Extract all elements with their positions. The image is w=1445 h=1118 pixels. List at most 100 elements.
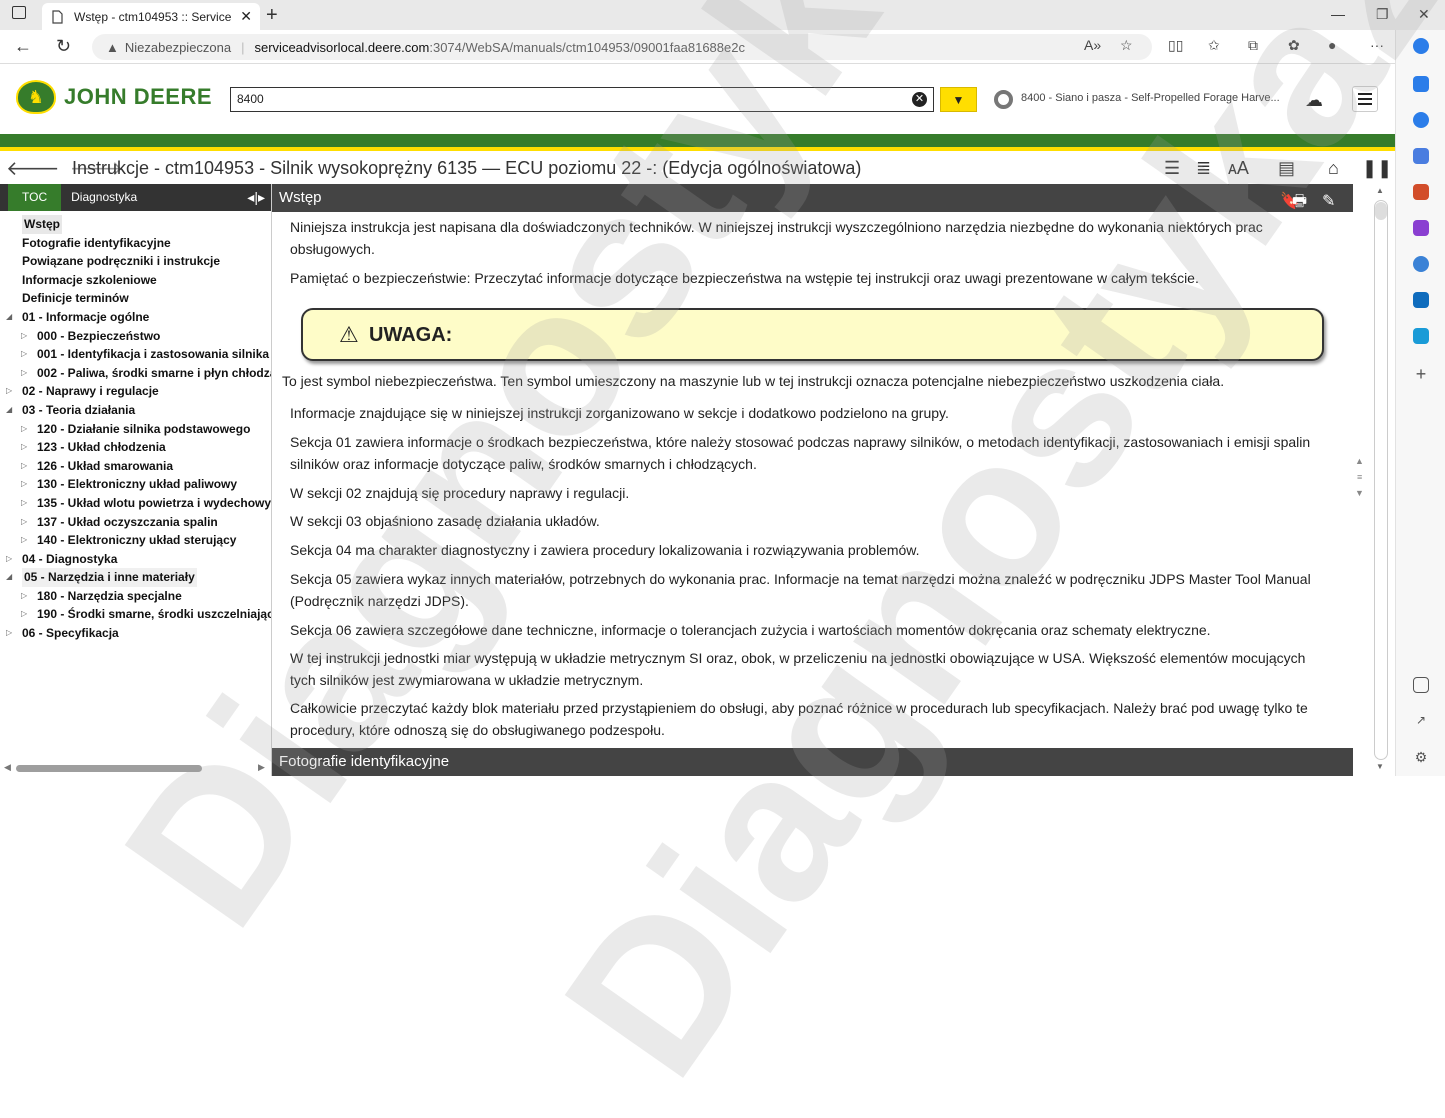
minimize-icon[interactable]: — <box>1331 6 1345 22</box>
expand-icon[interactable]: ▷ <box>21 420 27 439</box>
toc-item[interactable]: ▷ 06 - Specyfikacja <box>0 624 271 643</box>
collapse-icon[interactable]: ◢ <box>6 568 12 587</box>
expand-icon[interactable]: ▷ <box>21 364 27 383</box>
toc-item[interactable]: ▷ 130 - Elektroniczny układ paliwowy <box>0 475 271 494</box>
tab-actions-icon[interactable] <box>12 6 26 19</box>
favorites-icon[interactable]: ✩ <box>1208 37 1220 54</box>
expand-icon[interactable]: ▷ <box>21 605 27 624</box>
tab-toc[interactable]: TOC <box>8 184 62 211</box>
page-up-icon[interactable]: ▲ <box>1355 456 1364 466</box>
next-section-header[interactable]: Fotografie identyfikacyjne <box>272 748 1354 776</box>
list-view-icon[interactable]: ☰ <box>1164 158 1180 179</box>
drop-icon[interactable] <box>1413 328 1429 344</box>
expand-icon[interactable]: ▷ <box>6 624 12 643</box>
collections-icon[interactable]: ⧉ <box>1248 37 1258 54</box>
expand-icon[interactable]: ▷ <box>21 494 27 513</box>
toc-item[interactable]: ◢ 05 - Narzędzia i inne materiały <box>0 568 271 587</box>
search-icon[interactable] <box>1413 112 1429 128</box>
expand-icon[interactable]: ▷ <box>6 382 12 401</box>
scroll-track[interactable] <box>1374 200 1388 760</box>
extensions-icon[interactable]: ✿ <box>1288 37 1300 54</box>
restore-icon[interactable]: ❐ <box>1376 6 1389 23</box>
tools-icon[interactable] <box>1413 184 1429 200</box>
search-dropdown-button[interactable]: ▼ <box>940 87 977 112</box>
close-tab-icon[interactable]: ✕ <box>240 8 252 25</box>
john-deere-logo[interactable]: ♞ JOHN DEERE <box>16 80 212 114</box>
page-down-icon[interactable]: ▼ <box>1355 488 1364 498</box>
clear-search-icon[interactable]: ✕ <box>912 92 927 107</box>
panel-split-icon[interactable]: ◂|▸ <box>247 189 265 206</box>
home-icon[interactable]: ⌂ <box>1328 158 1339 179</box>
expand-icon[interactable]: ▷ <box>21 457 27 476</box>
print-preview-icon[interactable]: ▤ <box>1278 158 1295 179</box>
games-icon[interactable] <box>1413 220 1429 236</box>
toc-item[interactable]: ▷ 135 - Układ wlotu powietrza i wydechowy <box>0 494 271 513</box>
toc-item[interactable]: Fotografie identyfikacyjne <box>0 234 271 253</box>
expand-icon[interactable]: ▷ <box>21 438 27 457</box>
collapse-icon[interactable]: ◢ <box>6 308 12 327</box>
expand-icon[interactable]: ▷ <box>21 531 27 550</box>
split-screen-icon[interactable]: ▯▯ <box>1168 37 1183 54</box>
microsoft365-icon[interactable] <box>1413 256 1429 272</box>
read-aloud-icon[interactable]: A» <box>1084 37 1101 53</box>
scroll-down-icon[interactable]: ▼ <box>1376 762 1384 771</box>
outlook-icon[interactable] <box>1413 292 1429 308</box>
toc-item[interactable]: ▷ 190 - Środki smarne, środki uszczelniaj… <box>0 605 271 624</box>
scroll-left-icon[interactable]: ◀ <box>4 762 11 773</box>
toc-item[interactable]: Powiązane podręczniki i instrukcje <box>0 252 271 271</box>
pause-icon[interactable]: ❚❚ <box>1362 158 1392 179</box>
external-link-icon[interactable]: ↗ <box>1413 713 1429 729</box>
toc-item[interactable]: ▷ 02 - Naprawy i regulacje <box>0 382 271 401</box>
model-gear-icon[interactable] <box>994 90 1013 109</box>
add-icon[interactable]: + <box>1413 365 1429 383</box>
toc-item[interactable]: ▷ 120 - Działanie silnika podstawowego <box>0 420 271 439</box>
toc-horizontal-scrollbar[interactable] <box>16 765 202 772</box>
scroll-up-icon[interactable]: ▲ <box>1376 186 1384 195</box>
expand-icon[interactable]: ▷ <box>6 550 12 569</box>
toc-item[interactable]: ◢ 03 - Teoria działania <box>0 401 271 420</box>
toc-item[interactable]: Informacje szkoleniowe <box>0 271 271 290</box>
new-tab-icon[interactable]: + <box>266 4 278 27</box>
settings-gear-icon[interactable]: ⚙ <box>1413 749 1429 765</box>
toc-item[interactable]: ▷ 002 - Paliwa, środki smarne i płyn chło… <box>0 364 271 383</box>
toc-item[interactable]: ◢ 01 - Informacje ogólne <box>0 308 271 327</box>
toc-item[interactable]: ▷ 000 - Bezpieczeństwo <box>0 327 271 346</box>
window-close-icon[interactable]: ✕ <box>1418 6 1430 23</box>
toc-item[interactable]: Definicje terminów <box>0 289 271 308</box>
scroll-thumb[interactable] <box>1375 202 1387 220</box>
search-input[interactable]: 8400 <box>230 87 934 112</box>
history-back-icon[interactable]: 🡐 <box>6 158 60 180</box>
expand-icon[interactable]: ▷ <box>21 345 27 364</box>
more-menu-icon[interactable]: ··· <box>1370 37 1384 53</box>
outline-view-icon[interactable]: ≣ <box>1196 158 1211 179</box>
toc-item[interactable]: ▷ 123 - Układ chłodzenia <box>0 438 271 457</box>
toc-item[interactable]: ▷ 137 - Układ oczyszczania spalin <box>0 513 271 532</box>
annotate-icon[interactable]: ✎ <box>1322 188 1335 216</box>
tab-diagnostyka[interactable]: Diagnostyka <box>61 184 147 211</box>
expand-icon[interactable]: ▷ <box>21 587 27 606</box>
toc-item[interactable]: ▷ 001 - Identyfikacja i zastosowania siln… <box>0 345 271 364</box>
toc-item[interactable]: ▷ 140 - Elektroniczny układ sterujący <box>0 531 271 550</box>
collapse-icon[interactable]: ◢ <box>6 401 12 420</box>
url-field[interactable]: ▲ Niezabezpieczona | serviceadvisorlocal… <box>92 34 1152 60</box>
model-selector[interactable]: 8400 - Siano i pasza - Self-Propelled Fo… <box>1021 92 1289 104</box>
notifications-icon[interactable] <box>1413 76 1429 92</box>
favorite-star-icon[interactable]: ☆ <box>1120 37 1133 54</box>
cloud-offline-icon[interactable]: ☁ <box>1305 90 1323 111</box>
browser-tab[interactable]: Wstęp - ctm104953 :: Service AD ✕ <box>42 3 260 30</box>
profile-avatar[interactable]: ● <box>1328 37 1336 53</box>
toc-item[interactable]: ▷ 126 - Układ smarowania <box>0 457 271 476</box>
back-icon[interactable]: ← <box>14 36 32 57</box>
sidebar-toggle-icon[interactable] <box>1413 677 1429 693</box>
font-size-icon[interactable]: ᴀA <box>1228 158 1249 179</box>
toc-item[interactable]: Wstęp <box>0 215 271 234</box>
refresh-icon[interactable]: ↻ <box>56 36 71 57</box>
shopping-icon[interactable] <box>1413 148 1429 164</box>
expand-icon[interactable]: ▷ <box>21 475 27 494</box>
expand-icon[interactable]: ▷ <box>21 513 27 532</box>
expand-icon[interactable]: ▷ <box>21 327 27 346</box>
toc-item[interactable]: ▷ 180 - Narzędzia specjalne <box>0 587 271 606</box>
toc-item[interactable]: ▷ 04 - Diagnostyka <box>0 550 271 569</box>
print-icon[interactable]: 🖶 <box>1292 188 1307 216</box>
hamburger-menu-button[interactable] <box>1352 86 1378 112</box>
